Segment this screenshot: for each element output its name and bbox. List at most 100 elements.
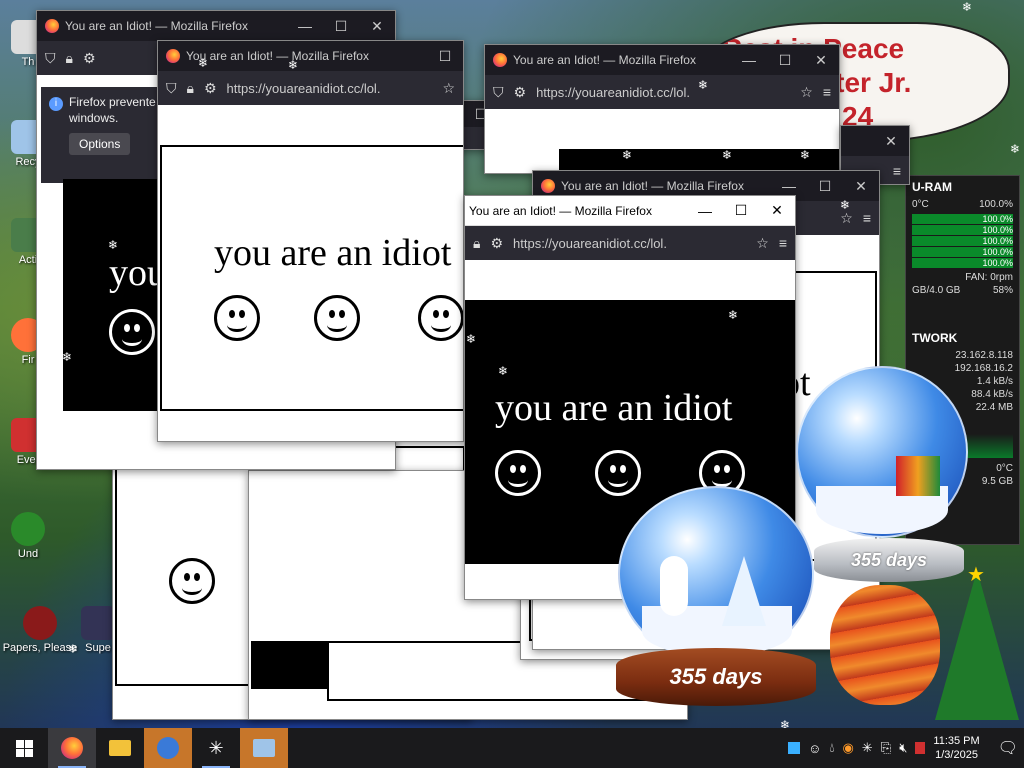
- volume-muted-icon[interactable]: 🔇︎: [899, 740, 907, 756]
- menu-icon[interactable]: ≡: [823, 84, 831, 100]
- minimize-button[interactable]: —: [731, 52, 767, 68]
- tray-ring-icon[interactable]: ◉: [843, 740, 854, 756]
- url-bar[interactable]: https://youareanidiot.cc/lol.: [536, 85, 790, 100]
- start-button[interactable]: [0, 728, 48, 768]
- gadget-title: U-RAM: [912, 180, 952, 194]
- desktop-icon-papers-please[interactable]: Papers, Please: [0, 606, 80, 654]
- tray-app-icon[interactable]: [915, 742, 926, 754]
- file-explorer-icon: [109, 740, 131, 756]
- navigation-toolbar: ⛉ ⚙ https://youareanidiot.cc/lol. ☆ ≡: [485, 75, 839, 109]
- menu-icon[interactable]: ≡: [863, 210, 871, 226]
- menu-icon[interactable]: ≡: [893, 163, 901, 179]
- window-titlebar[interactable]: You are an Idiot! — Mozilla Firefox ☐: [158, 41, 463, 71]
- maximize-button[interactable]: ☐: [427, 48, 463, 65]
- navigation-toolbar: ⛉ 🔒︎ ⚙ https://youareanidiot.cc/lol. ☆: [158, 71, 463, 105]
- taskbar-control-panel[interactable]: [240, 728, 288, 768]
- firefox-logo-icon: [541, 179, 555, 193]
- taskbar-clock[interactable]: 11:35 PM 1/3/2025: [933, 734, 979, 762]
- smiley-icon: [314, 295, 360, 341]
- notify-text: Firefox prevente: [69, 95, 156, 109]
- window-titlebar[interactable]: You are an Idiot! — Mozilla Firefox — ☐ …: [465, 196, 795, 226]
- smiley-icon: [495, 450, 541, 496]
- bookmark-star-icon[interactable]: ☆: [840, 210, 853, 227]
- navigation-toolbar: 🔒︎ ⚙ https://youareanidiot.cc/lol. ☆ ≡: [465, 226, 795, 260]
- options-button[interactable]: Options: [69, 133, 131, 155]
- maximize-button[interactable]: ☐: [767, 52, 803, 69]
- tray-drop-icon[interactable]: 💧︎: [829, 740, 834, 756]
- window-titlebar[interactable]: You are an Idiot! — Mozilla Firefox — ☐ …: [485, 45, 839, 75]
- smiley-icon: [418, 295, 463, 341]
- firefox-window-top-right[interactable]: You are an Idiot! — Mozilla Firefox — ☐ …: [484, 44, 840, 174]
- bookmark-star-icon[interactable]: ☆: [800, 84, 813, 101]
- snow-globe-small: 355 days: [796, 366, 976, 586]
- window-title: You are an Idiot! — Mozilla Firefox: [65, 19, 248, 33]
- windows-logo-icon: [15, 739, 33, 757]
- window-titlebar[interactable]: You are an Idiot! — Mozilla Firefox — ☐ …: [37, 11, 395, 41]
- globe-base: 355 days: [616, 648, 816, 706]
- minimize-button[interactable]: —: [771, 178, 807, 194]
- taskbar-firefox[interactable]: [48, 728, 96, 768]
- window-title: You are an Idiot! — Mozilla Firefox: [186, 49, 369, 63]
- permissions-icon[interactable]: ⚙: [490, 235, 503, 252]
- spiral-decoration: [830, 585, 940, 705]
- desktop-icon-undertale[interactable]: Und: [0, 512, 64, 560]
- shield-icon[interactable]: ⛉: [493, 84, 504, 101]
- url-bar[interactable]: https://youareanidiot.cc/lol.: [513, 236, 746, 251]
- notification-center-icon[interactable]: 🗨︎: [998, 738, 1018, 758]
- clock-date: 1/3/2025: [935, 749, 978, 761]
- permissions-icon[interactable]: ⚙: [514, 84, 527, 101]
- shield-icon[interactable]: ⛉: [166, 80, 177, 97]
- network-title: TWORK: [912, 331, 958, 345]
- close-button[interactable]: ✕: [759, 202, 795, 219]
- tray-user-icon[interactable]: ☺: [808, 741, 821, 756]
- window-title: You are an Idiot! — Mozilla Firefox: [561, 179, 744, 193]
- star-icon: ★: [967, 564, 985, 586]
- url-bar[interactable]: https://youareanidiot.cc/lol.: [227, 81, 433, 96]
- lock-icon[interactable]: 🔒︎: [473, 235, 480, 252]
- maximize-button[interactable]: ☐: [323, 18, 359, 35]
- permissions-icon[interactable]: ⚙: [204, 80, 217, 97]
- fan-speed: FAN: 0rpm: [965, 272, 1013, 283]
- clock-time: 11:35 PM: [933, 735, 980, 747]
- taskbar-file-explorer[interactable]: [96, 728, 144, 768]
- window-titlebar[interactable]: ✕: [841, 126, 909, 156]
- snowman-icon: [660, 556, 688, 616]
- gift-icon: [896, 456, 940, 496]
- info-icon: i: [49, 97, 63, 111]
- core-bar: 100.0%: [912, 214, 1013, 224]
- permissions-icon[interactable]: ⚙: [83, 50, 96, 67]
- core-bar: 100.0%: [912, 247, 1013, 257]
- tray-square-icon[interactable]: [788, 742, 801, 754]
- tray-asterisk-icon[interactable]: ✳: [862, 740, 873, 756]
- network-icon[interactable]: ⎘: [881, 740, 891, 756]
- close-button[interactable]: ✕: [803, 52, 839, 69]
- bookmark-star-icon[interactable]: ☆: [756, 235, 769, 252]
- ram-percent: 58%: [992, 285, 1013, 296]
- core-bar: 100.0%: [912, 225, 1013, 235]
- firefox-window-large[interactable]: You are an Idiot! — Mozilla Firefox ☐ ⛉ …: [157, 40, 464, 442]
- taskbar-globe-app[interactable]: [144, 728, 192, 768]
- lock-icon[interactable]: 🔒︎: [66, 50, 73, 67]
- game-icon: [81, 606, 115, 640]
- maximize-button[interactable]: ☐: [807, 178, 843, 195]
- snow-globe-large: 355 days: [612, 486, 822, 708]
- globe-app-icon: [157, 737, 179, 759]
- lock-icon[interactable]: 🔒︎: [187, 80, 194, 97]
- shield-icon[interactable]: ⛉: [45, 50, 56, 67]
- cpu-temp: 0°C: [912, 199, 929, 210]
- taskbar-asterisk-app[interactable]: ✳: [192, 728, 240, 768]
- minimize-button[interactable]: —: [687, 203, 723, 219]
- firefox-icon: [61, 737, 83, 759]
- minimize-button[interactable]: —: [287, 18, 323, 34]
- maximize-button[interactable]: ☐: [723, 202, 759, 219]
- close-button[interactable]: ✕: [873, 133, 909, 150]
- close-button[interactable]: ✕: [843, 178, 879, 195]
- idiot-message: you are an idiot: [495, 387, 733, 429]
- taskbar: ✳ ☺ 💧︎ ◉ ✳ ⎘ 🔇︎ 11:35 PM 1/3/2025 🗨︎: [0, 728, 1024, 768]
- close-button[interactable]: ✕: [359, 18, 395, 35]
- game-icon: [23, 606, 57, 640]
- bookmark-star-icon[interactable]: ☆: [442, 80, 455, 97]
- system-tray: ☺ 💧︎ ◉ ✳ ⎘ 🔇︎ 11:35 PM 1/3/2025 🗨︎: [788, 734, 1024, 762]
- firefox-logo-icon: [493, 53, 507, 67]
- menu-icon[interactable]: ≡: [779, 235, 787, 251]
